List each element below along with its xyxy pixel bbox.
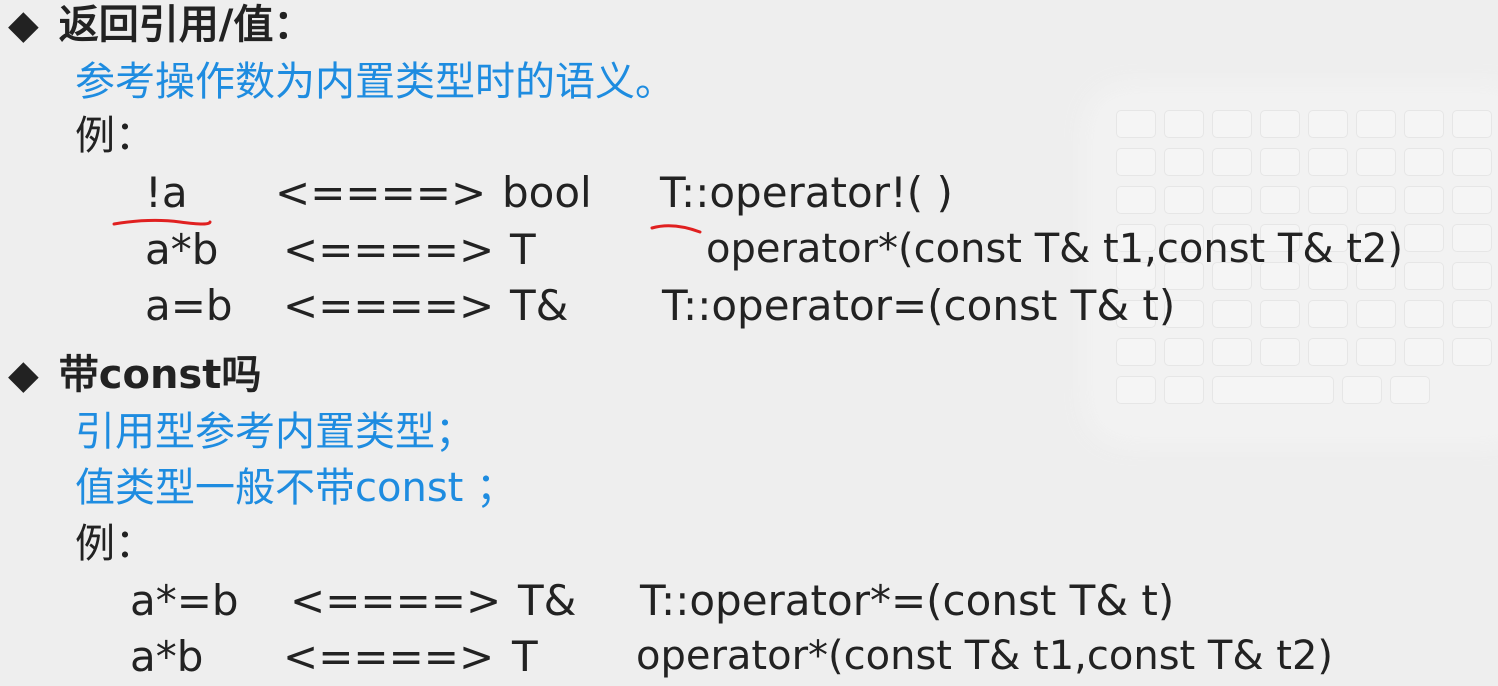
section-description: 参考操作数为内置类型时的语义。 bbox=[75, 59, 675, 105]
code-arrow: <====> bbox=[275, 168, 487, 217]
code-signature: T::operator!( ) bbox=[660, 168, 953, 217]
code-arrow: <====> bbox=[283, 225, 495, 274]
code-row: a*=b <====> T& T::operator*=(const T& t) bbox=[0, 580, 1498, 624]
code-signature: operator*(const T& t1,const T& t2) bbox=[706, 226, 1404, 272]
section-description: 引用型参考内置类型； bbox=[75, 409, 475, 455]
code-return-type: bool bbox=[502, 168, 592, 217]
code-arrow: <====> bbox=[290, 576, 502, 625]
code-return-type: T bbox=[510, 225, 536, 274]
code-arrow: <====> bbox=[283, 632, 495, 681]
code-return-type: T bbox=[512, 632, 538, 681]
code-signature: T::operator*=(const T& t) bbox=[640, 576, 1175, 625]
code-row: a*b <====> T operator*(const T& t1,const… bbox=[0, 636, 1498, 680]
example-label: 例： bbox=[75, 113, 155, 159]
section-heading-const: ◆ 带const吗 bbox=[8, 355, 261, 395]
code-row: a=b <====> T& T::operator=(const T& t) bbox=[0, 285, 1498, 329]
code-signature: operator*(const T& t1,const T& t2) bbox=[636, 633, 1334, 679]
diamond-bullet-icon: ◆ bbox=[8, 2, 39, 48]
code-return-type: T& bbox=[510, 281, 569, 330]
code-return-type: T& bbox=[518, 576, 577, 625]
section-title: 带const吗 bbox=[58, 352, 262, 398]
diamond-bullet-icon: ◆ bbox=[8, 352, 39, 398]
code-arrow: <====> bbox=[283, 281, 495, 330]
code-row: !a <====> bool T::operator!( ) bbox=[0, 172, 1498, 216]
section-description: 值类型一般不带const ； bbox=[75, 465, 517, 511]
example-label: 例： bbox=[75, 521, 155, 567]
code-expr: a*b bbox=[145, 225, 219, 274]
code-expr: a=b bbox=[145, 281, 233, 330]
slide: ◆ 返回引用/值： 参考操作数为内置类型时的语义。 例： !a <====> b… bbox=[0, 0, 1498, 686]
code-expr: a*b bbox=[130, 632, 204, 681]
code-signature: T::operator=(const T& t) bbox=[662, 281, 1176, 330]
code-expr: !a bbox=[145, 168, 188, 217]
section-heading-return-ref-value: ◆ 返回引用/值： bbox=[8, 5, 313, 45]
code-row: a*b <====> T operator*(const T& t1,const… bbox=[0, 229, 1498, 273]
code-expr: a*=b bbox=[130, 576, 239, 625]
section-title: 返回引用/值： bbox=[58, 2, 314, 48]
